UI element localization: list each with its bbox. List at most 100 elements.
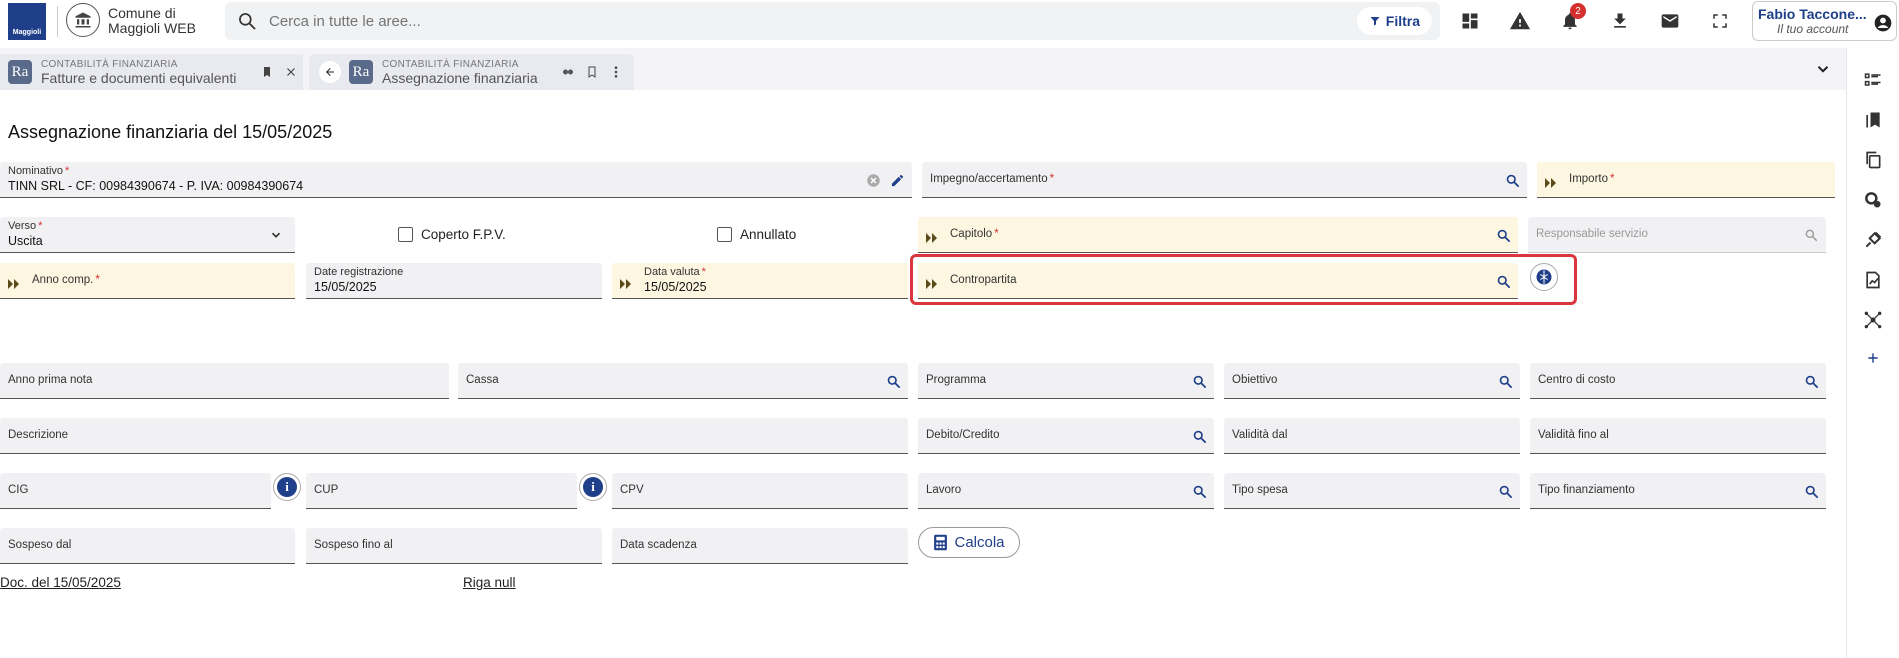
tab-fatture[interactable]: Ra CONTABILITÀ FINANZIARIA Fatture e doc…: [0, 54, 303, 90]
cassa-field[interactable]: Cassa: [458, 363, 908, 399]
centro-costo-field[interactable]: Centro di costo: [1530, 363, 1826, 399]
field-label: CIG: [8, 484, 29, 496]
close-icon[interactable]: [281, 62, 301, 82]
ra-app-icon: Ra: [349, 60, 373, 84]
doc-link[interactable]: Doc. del 15/05/2025: [0, 575, 121, 590]
nominativo-field[interactable]: Nominativo * TINN SRL - CF: 00984390674 -…: [0, 162, 912, 198]
cig-info-button[interactable]: i: [273, 473, 301, 501]
search-icon[interactable]: [1494, 226, 1512, 244]
download-icon: [1614, 13, 1626, 28]
debito-credito-field[interactable]: Debito/Credito: [918, 418, 1214, 454]
chevron-down-icon[interactable]: [1814, 60, 1832, 83]
top-bar: Maggioli Comune di Maggioli WEB Filtra 2…: [0, 0, 1899, 43]
search-icon[interactable]: [1190, 427, 1208, 445]
cup-field[interactable]: CUP: [306, 473, 577, 509]
link-icon[interactable]: [558, 62, 578, 82]
search-icon[interactable]: [1496, 372, 1514, 390]
download-button[interactable]: [1602, 3, 1638, 39]
cig-field[interactable]: CIG: [0, 473, 271, 509]
lavoro-field[interactable]: Lavoro: [918, 473, 1214, 509]
field-value: Uscita: [8, 234, 43, 248]
search-icon[interactable]: [1190, 372, 1208, 390]
fullscreen-button[interactable]: [1702, 3, 1738, 39]
verso-select[interactable]: Verso * Uscita: [0, 217, 295, 253]
maggioli-logo[interactable]: Maggioli: [8, 3, 46, 40]
checklist-icon[interactable]: [1861, 68, 1885, 92]
field-label: Descrizione: [8, 429, 69, 441]
tipo-finanziamento-field[interactable]: Tipo finanziamento: [1530, 473, 1826, 509]
checkbox-label: Annullato: [740, 227, 797, 242]
chevron-mark-icon: [926, 230, 940, 248]
filter-button[interactable]: Filtra: [1356, 7, 1432, 35]
search-icon[interactable]: [1496, 482, 1514, 500]
warning-button[interactable]: [1502, 3, 1538, 39]
descrizione-field[interactable]: Descrizione: [0, 418, 908, 454]
bookmarks-icon[interactable]: [1861, 108, 1885, 132]
field-label: Date registrazione: [314, 266, 404, 278]
validita-dal-field[interactable]: Validità dal: [1224, 418, 1520, 454]
field-label: CPV: [620, 484, 644, 496]
anno-prima-nota-field[interactable]: Anno prima nota: [0, 363, 449, 399]
search-icon[interactable]: [884, 372, 902, 390]
validita-fino-field[interactable]: Validità fino al: [1530, 418, 1826, 454]
ra-icon-text: Ra: [352, 63, 370, 80]
municipality-icon[interactable]: [66, 3, 100, 37]
data-scadenza-field[interactable]: Data scadenza: [612, 528, 908, 564]
document-chart-icon[interactable]: [1861, 268, 1885, 292]
annullato-checkbox[interactable]: Annullato: [717, 227, 796, 242]
copy-icon[interactable]: [1861, 148, 1885, 172]
importo-field[interactable]: Importo *: [1537, 162, 1835, 198]
sospeso-fino-field[interactable]: Sospeso fino al: [306, 528, 602, 564]
checkbox-box[interactable]: [398, 227, 413, 242]
capitolo-field[interactable]: Capitolo *: [918, 217, 1518, 253]
search-input[interactable]: [269, 11, 1169, 31]
cup-info-button[interactable]: i: [579, 473, 607, 501]
impegno-field[interactable]: Impegno/accertamento *: [922, 162, 1527, 198]
search-icon[interactable]: [1503, 171, 1521, 189]
page-title: Assegnazione finanziaria del 15/05/2025: [8, 122, 333, 142]
field-label: Debito/Credito: [926, 429, 1000, 441]
obiettivo-field[interactable]: Obiettivo: [1224, 363, 1520, 399]
more-vertical-icon[interactable]: [606, 62, 626, 82]
cpv-field[interactable]: CPV: [612, 473, 908, 509]
search-icon[interactable]: [1802, 372, 1820, 390]
coperto-fpv-checkbox[interactable]: Coperto F.P.V.: [398, 227, 506, 242]
notifications-button[interactable]: 2: [1552, 3, 1588, 39]
calcola-button[interactable]: Calcola: [918, 527, 1020, 558]
search-icon[interactable]: [1802, 482, 1820, 500]
user-menu[interactable]: Fabio Taccone... Il tuo account: [1752, 1, 1897, 41]
bookmark-outline-icon[interactable]: [582, 62, 602, 82]
tab-strip: Ra CONTABILITÀ FINANZIARIA Fatture e doc…: [0, 48, 1846, 90]
anno-comp-field[interactable]: Anno comp. *: [0, 263, 295, 299]
clear-icon[interactable]: [864, 171, 882, 189]
dashboard-icon: [1462, 13, 1478, 29]
programma-field[interactable]: Programma: [918, 363, 1214, 399]
checkbox-box[interactable]: [717, 227, 732, 242]
back-button[interactable]: [319, 61, 341, 83]
search-icon[interactable]: [1190, 482, 1208, 500]
network-icon[interactable]: [1861, 308, 1885, 332]
riga-link[interactable]: Riga null: [463, 575, 516, 590]
search-icon[interactable]: [1802, 226, 1820, 244]
tipo-spesa-field[interactable]: Tipo spesa: [1224, 473, 1520, 509]
bookmark-filled-icon[interactable]: [257, 62, 277, 82]
responsabile-field[interactable]: Responsabile servizio: [1528, 217, 1826, 253]
field-label: Nominativo *: [8, 165, 69, 177]
settings-cogs-icon[interactable]: [1861, 188, 1885, 212]
search-icon: [237, 11, 257, 36]
sospeso-dal-field[interactable]: Sospeso dal: [0, 528, 295, 564]
field-label: Tipo spesa: [1232, 484, 1288, 496]
edit-pencil-icon[interactable]: [888, 171, 906, 189]
data-valuta-field[interactable]: Data valuta * 15/05/2025: [612, 263, 908, 299]
chevron-down-icon[interactable]: [267, 226, 285, 244]
field-label: CUP: [314, 484, 339, 496]
field-label: Tipo finanziamento: [1538, 484, 1635, 496]
dashboard-button[interactable]: [1452, 3, 1488, 39]
chevron-mark-icon: [8, 276, 22, 294]
mail-button[interactable]: [1652, 3, 1688, 39]
plugin-icon[interactable]: [1861, 228, 1885, 252]
user-name: Fabio Taccone...: [1758, 6, 1867, 22]
plus-icon[interactable]: [1861, 346, 1885, 370]
tab-assegnazione[interactable]: Ra CONTABILITÀ FINANZIARIA Assegnazione …: [309, 54, 634, 90]
data-registrazione-field[interactable]: Date registrazione 15/05/2025: [306, 263, 602, 299]
